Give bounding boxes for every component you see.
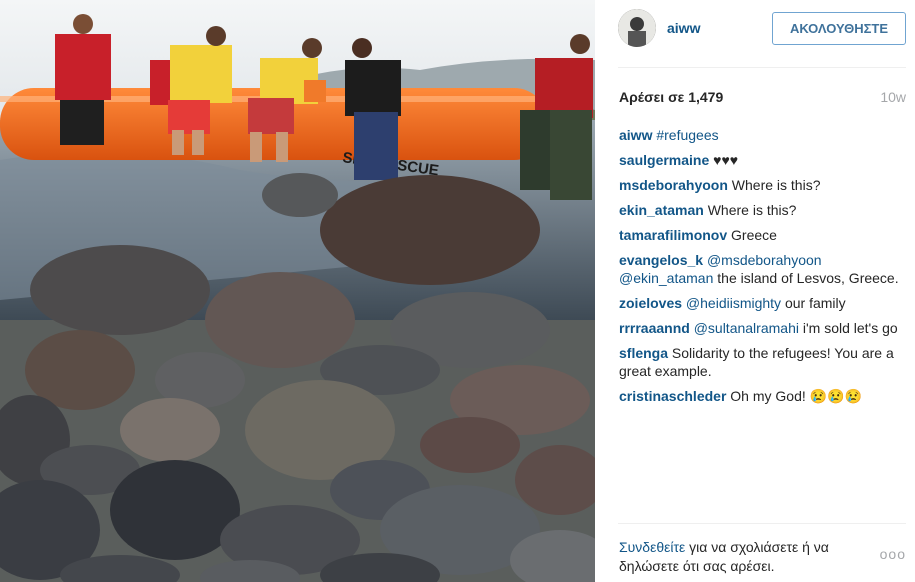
comment-mention[interactable]: @sultanalramahi [694, 320, 799, 336]
comment-item: ekin_ataman Where is this? [619, 201, 909, 219]
post-header: aiww ΑΚΟΛΟΥΘΗΣΤΕ [595, 0, 915, 67]
more-options-icon[interactable]: ooo [880, 546, 906, 562]
login-prompt: Συνδεθείτε για να σχολιάσετε ή να δηλώσε… [619, 538, 869, 576]
comment-item: saulgermaine ♥♥♥ [619, 151, 909, 169]
post-photo: SEA RESCUE [0, 0, 595, 582]
avatar[interactable] [618, 9, 656, 47]
comment-username[interactable]: ekin_ataman [619, 202, 704, 218]
comment-hashtag[interactable]: #refugees [656, 127, 718, 143]
likes-count[interactable]: Αρέσει σε 1,479 [619, 89, 723, 105]
comment-text: Where is this? [731, 177, 821, 193]
comment-text: the island of Lesvos, Greece. [717, 270, 899, 286]
comment-item: rrrraaannd @sultanalramahi i'm sold let'… [619, 319, 909, 337]
comment-username[interactable]: evangelos_k [619, 252, 703, 268]
comment-username[interactable]: saulgermaine [619, 152, 709, 168]
comment-username[interactable]: rrrraaannd [619, 320, 690, 336]
comment-text: Oh my God! 😢😢😢 [730, 388, 862, 404]
comment-text: Where is this? [707, 202, 797, 218]
rescue-scene-image: SEA RESCUE [0, 0, 595, 582]
comment-username[interactable]: cristinaschleder [619, 388, 726, 404]
comment-username[interactable]: tamarafilimonov [619, 227, 727, 243]
comment-item: zoieloves @heidiismighty our family [619, 294, 909, 312]
comment-item: sflenga Solidarity to the refugees! You … [619, 344, 909, 380]
login-link[interactable]: Συνδεθείτε [619, 539, 685, 555]
follow-button[interactable]: ΑΚΟΛΟΥΘΗΣΤΕ [772, 12, 906, 45]
comment-username[interactable]: sflenga [619, 345, 668, 361]
post-time[interactable]: 10w [880, 89, 906, 105]
comment-text: ♥♥♥ [713, 152, 739, 168]
comment-item: cristinaschleder Oh my God! 😢😢😢 [619, 387, 909, 405]
comment-item: tamarafilimonov Greece [619, 226, 909, 244]
comment-username[interactable]: msdeborahyoon [619, 177, 728, 193]
footer-divider [618, 523, 906, 524]
post-author-username[interactable]: aiww [667, 20, 700, 36]
comment-item: msdeborahyoon Where is this? [619, 176, 909, 194]
comment-text: Greece [731, 227, 777, 243]
comments-list: aiww #refugees saulgermaine ♥♥♥ msdebora… [619, 126, 909, 412]
header-divider [618, 67, 906, 68]
comment-item: aiww #refugees [619, 126, 909, 144]
post-side-panel: aiww ΑΚΟΛΟΥΘΗΣΤΕ Αρέσει σε 1,479 10w aiw… [595, 0, 915, 582]
comment-text: i'm sold let's go [802, 320, 898, 336]
comment-mention[interactable]: @heidiismighty [686, 295, 781, 311]
comment-text: our family [784, 295, 846, 311]
comment-username[interactable]: aiww [619, 127, 652, 143]
avatar-image [618, 9, 656, 47]
comment-item: evangelos_k @msdeborahyoon @ekin_ataman … [619, 251, 909, 287]
comment-username[interactable]: zoieloves [619, 295, 682, 311]
